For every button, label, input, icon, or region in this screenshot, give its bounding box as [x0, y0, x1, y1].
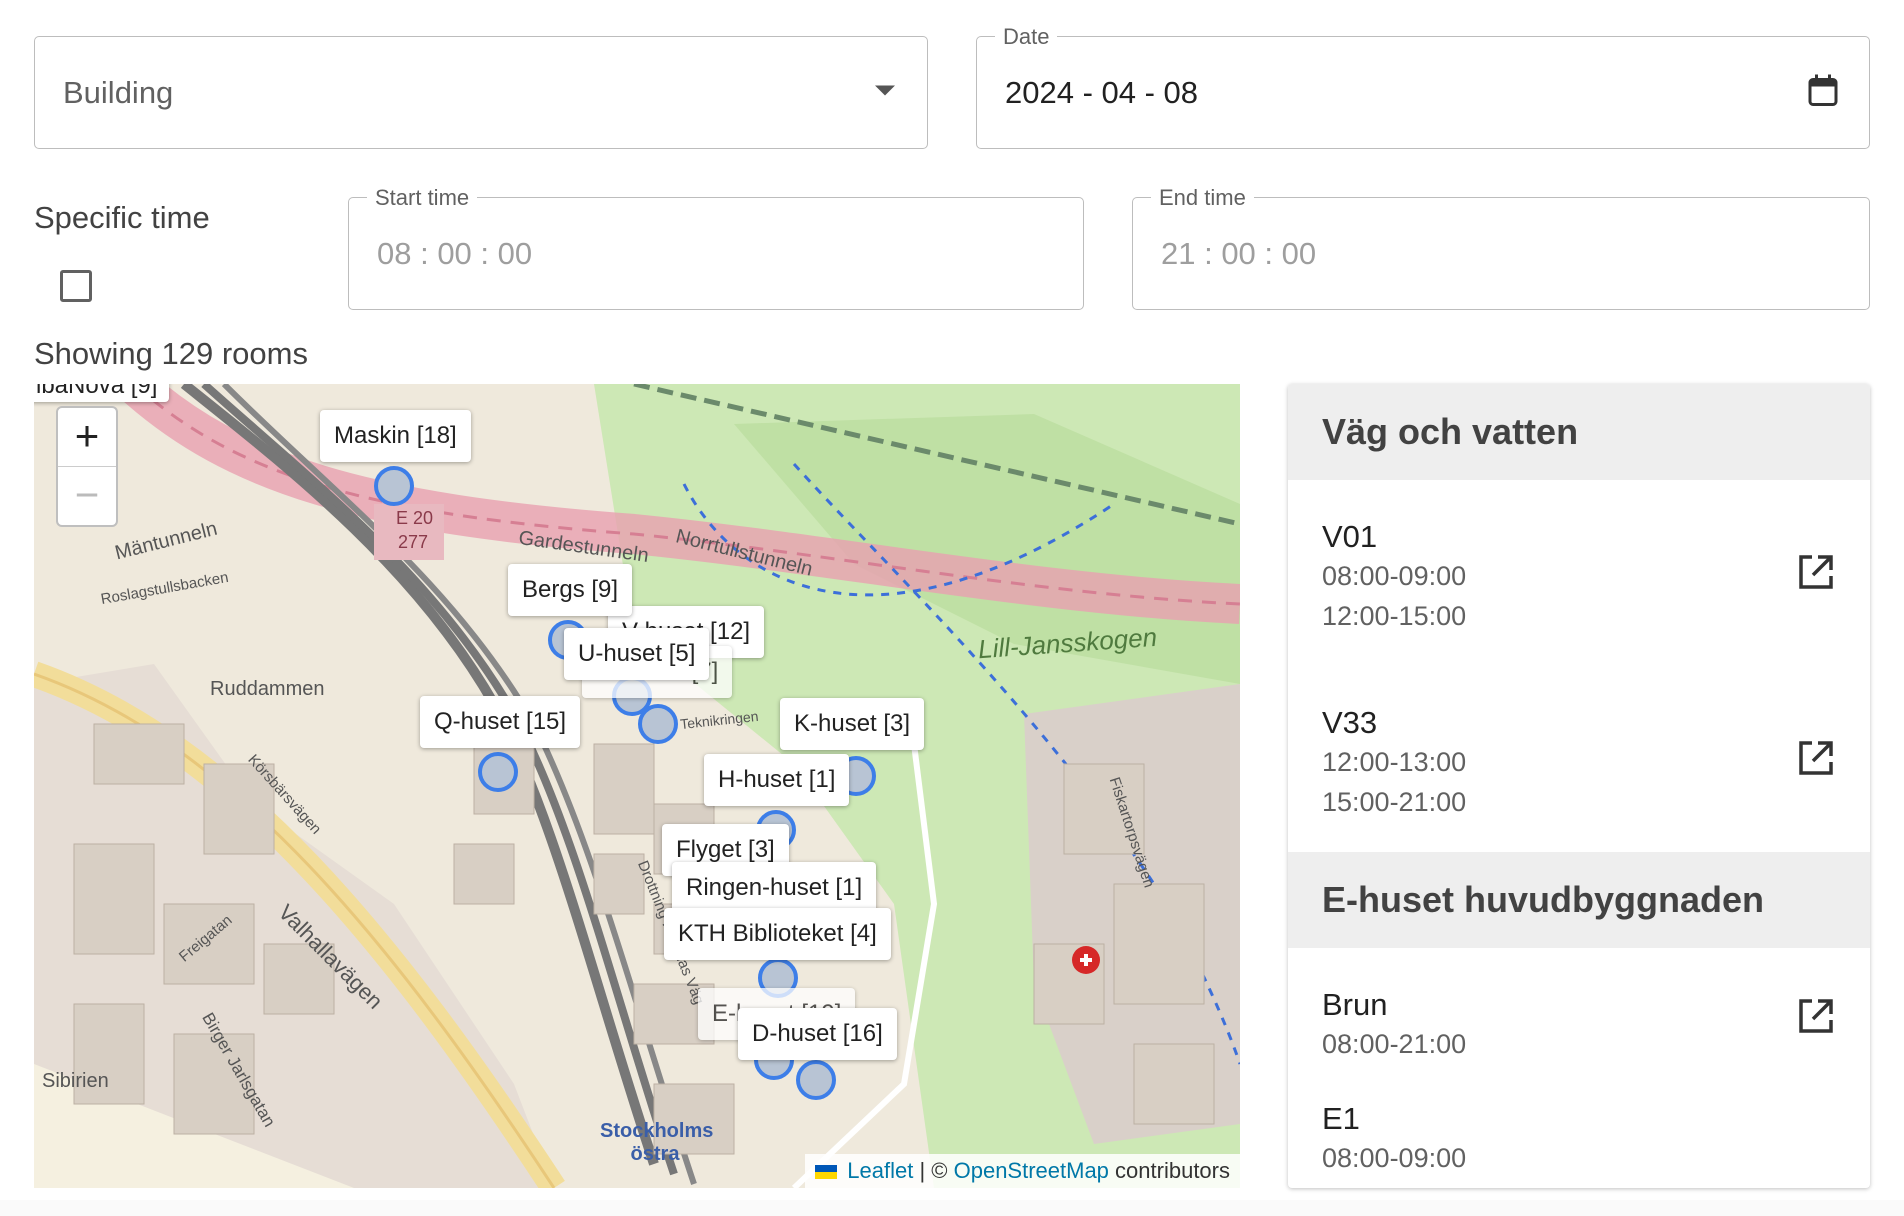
- marker-w-huset[interactable]: [638, 704, 678, 744]
- end-time-field[interactable]: End time 21 : 00 : 00: [1132, 186, 1870, 310]
- map-label-e20: E 20: [396, 508, 434, 528]
- attribution-separator: | ©: [919, 1158, 948, 1183]
- marker-tooltip-ringen-huset: Ringen-huset [1]: [672, 862, 877, 914]
- specific-time-checkbox[interactable]: [60, 270, 92, 302]
- room-time-slot: 08:00-21:00: [1322, 1029, 1467, 1059]
- marker-tooltip-bergs: Bergs [9]: [508, 564, 633, 616]
- building-select[interactable]: Building: [34, 36, 928, 149]
- room-name: V33: [1322, 705, 1378, 740]
- zoom-in-button[interactable]: +: [58, 408, 116, 466]
- group-header: E-huset huvudbyggnaden: [1288, 852, 1870, 948]
- specific-time-label: Specific time: [34, 200, 210, 235]
- building-placeholder: Building: [63, 74, 174, 110]
- marker-q-huset[interactable]: [478, 752, 518, 792]
- room-item: V33 12:00-13:00 15:00-21:00: [1288, 666, 1870, 852]
- room-time-slot: 08:00-09:00: [1322, 1143, 1467, 1173]
- openstreetmap-link[interactable]: OpenStreetMap: [954, 1158, 1109, 1183]
- end-time-value: 21 : 00 : 00: [1161, 235, 1317, 271]
- attribution-suffix: contributors: [1115, 1158, 1230, 1183]
- zoom-control: + −: [56, 406, 118, 527]
- marker-tooltip-k-huset: K-huset [3]: [780, 698, 925, 750]
- marker-tooltip-u-huset: U-huset [5]: [564, 628, 710, 680]
- marker-d-huset[interactable]: [796, 1060, 836, 1100]
- map-tiles: [34, 384, 1240, 1188]
- room-name: V01: [1322, 519, 1378, 554]
- date-label: Date: [995, 25, 1058, 49]
- start-time-value: 08 : 00 : 00: [377, 235, 533, 271]
- marker-tooltip-q-huset: Q-huset [15]: [420, 696, 581, 748]
- map-label-277: 277: [398, 532, 429, 552]
- marker-tooltip-h-huset: H-huset [1]: [704, 754, 850, 806]
- chevron-down-icon: [873, 83, 897, 102]
- calendar-icon[interactable]: [1807, 73, 1839, 112]
- results-count: Showing 129 rooms: [34, 336, 308, 371]
- room-name: Brun: [1322, 987, 1388, 1022]
- map-attribution: Leaflet | © OpenStreetMap contributors: [805, 1154, 1240, 1188]
- date-value: 2024 - 04 - 08: [1005, 74, 1199, 110]
- zoom-out-button[interactable]: −: [58, 466, 116, 525]
- open-in-new-icon[interactable]: [1796, 996, 1836, 1041]
- end-time-label: End time: [1151, 186, 1254, 210]
- date-field[interactable]: Date 2024 - 04 - 08: [976, 25, 1870, 149]
- map-label-ruddammen: Ruddammen: [210, 678, 325, 700]
- room-time-slot: 15:00-21:00: [1322, 787, 1467, 817]
- room-time-slot: 08:00-09:00: [1322, 561, 1467, 591]
- open-in-new-icon[interactable]: [1796, 552, 1836, 597]
- marker-tooltip-maskin: Maskin [18]: [320, 410, 471, 462]
- room-item: V01 08:00-09:00 12:00-15:00: [1288, 480, 1870, 666]
- room-name: E1: [1322, 1101, 1360, 1136]
- map[interactable]: Gardestunneln Norrtullstunneln Lill-Jans…: [34, 384, 1240, 1188]
- start-time-field[interactable]: Start time 08 : 00 : 00: [348, 186, 1084, 310]
- room-time-slot: 12:00-15:00: [1322, 601, 1467, 631]
- room-item: Brun 08:00-21:00: [1288, 948, 1870, 1094]
- map-label-stockholms-ostra: Stockholms östra: [600, 1120, 714, 1165]
- marker-tooltip-partial: ibaNova [9]: [34, 384, 170, 402]
- marker-tooltip-kth-biblioteket: KTH Biblioteket [4]: [664, 908, 891, 960]
- group-header: Väg och vatten: [1288, 384, 1870, 480]
- results-panel[interactable]: Väg och vatten V01 08:00-09:00 12:00-15:…: [1288, 384, 1870, 1188]
- room-item: E1 08:00-09:00: [1288, 1094, 1870, 1188]
- room-time-slot: 12:00-13:00: [1322, 747, 1467, 777]
- page: Building Date 2024 - 04 - 08 Specific ti…: [0, 0, 1904, 1200]
- ukraine-flag-icon: [815, 1165, 838, 1180]
- start-time-label: Start time: [367, 186, 478, 210]
- map-label-sibirien: Sibirien: [42, 1070, 109, 1092]
- open-in-new-icon[interactable]: [1796, 738, 1836, 783]
- leaflet-link[interactable]: Leaflet: [847, 1158, 913, 1183]
- marker-tooltip-d-huset: D-huset [16]: [738, 1008, 897, 1060]
- marker-maskin[interactable]: [374, 466, 414, 506]
